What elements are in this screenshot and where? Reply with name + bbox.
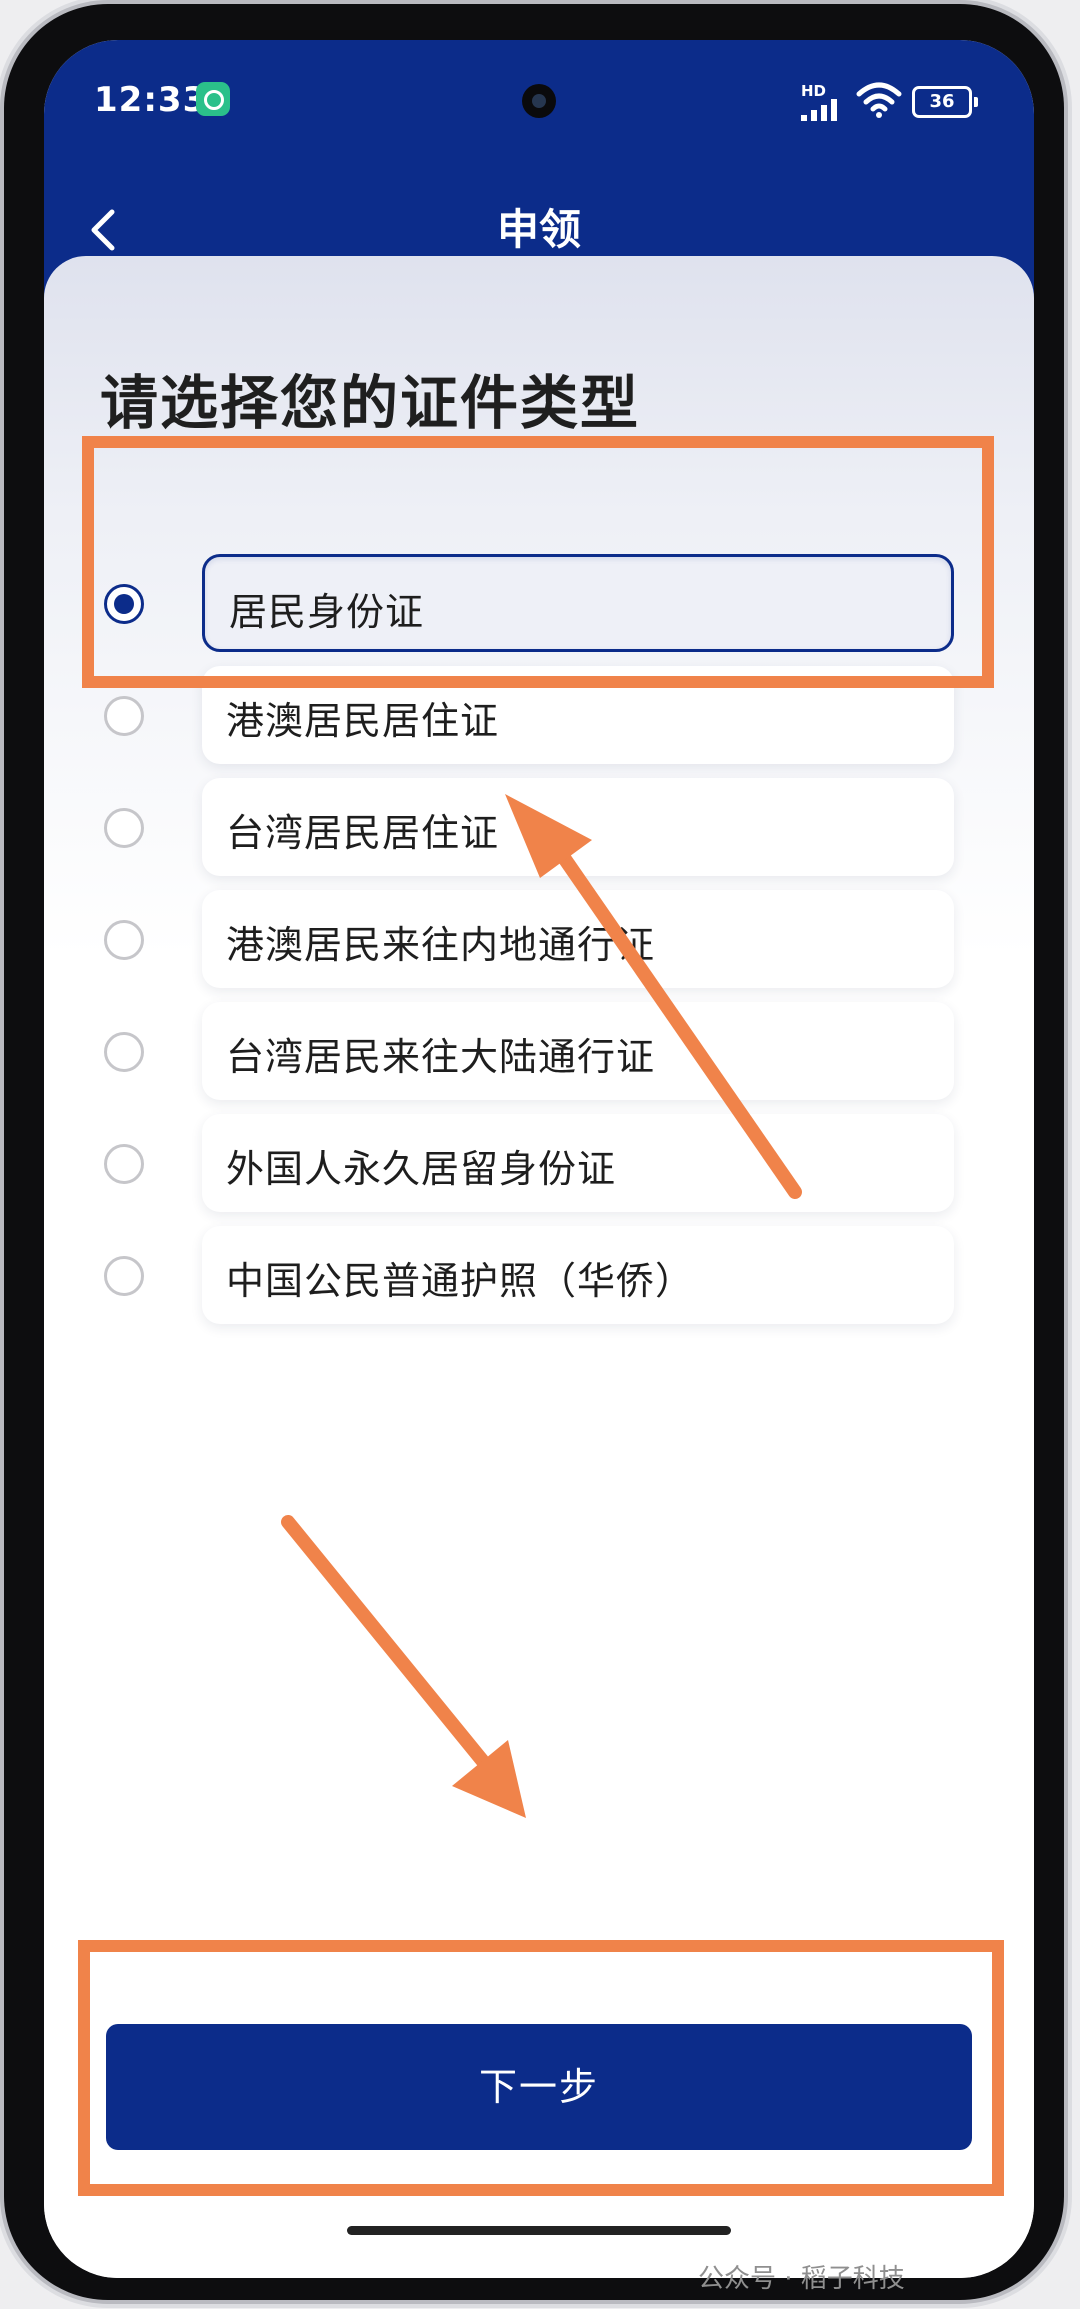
status-bar: 12:33 HD 36	[44, 40, 1034, 170]
wifi-icon	[856, 82, 902, 118]
option-label: 港澳居民来往内地通行证	[226, 923, 656, 967]
option-taiwan-mainland-travel-permit[interactable]: 台湾居民来往大陆通行证	[44, 1002, 1034, 1106]
option-hk-macao-mainland-travel-permit[interactable]: 港澳居民来往内地通行证	[44, 890, 1034, 994]
radio-button[interactable]	[104, 696, 144, 736]
option-taiwan-residence-permit[interactable]: 台湾居民居住证	[44, 778, 1034, 882]
option-label: 外国人永久居留身份证	[226, 1147, 617, 1191]
option-card[interactable]: 外国人永久居留身份证	[202, 1114, 954, 1212]
watermark-text: 公众号 · 稻子科技	[698, 2264, 905, 2294]
radio-button[interactable]	[104, 920, 144, 960]
option-card[interactable]: 港澳居民来往内地通行证	[202, 890, 954, 988]
highlight-box-next-button	[78, 1940, 1004, 2196]
option-label: 中国公民普通护照（华侨）	[226, 1259, 695, 1303]
signal-strength-icon	[801, 99, 837, 121]
nav-title: 申领	[496, 205, 581, 254]
highlight-box-selected-option	[82, 436, 994, 688]
option-card[interactable]: 台湾居民居住证	[202, 778, 954, 876]
radio-button[interactable]	[104, 1144, 144, 1184]
radio-button[interactable]	[104, 808, 144, 848]
option-card[interactable]: 中国公民普通护照（华侨）	[202, 1226, 954, 1324]
front-camera	[522, 84, 556, 118]
home-indicator[interactable]	[347, 2226, 731, 2235]
option-card[interactable]: 台湾居民来往大陆通行证	[202, 1002, 954, 1100]
option-chinese-passport-overseas[interactable]: 中国公民普通护照（华侨）	[44, 1226, 1034, 1330]
app-notification-icon	[196, 82, 230, 116]
option-label: 台湾居民来往大陆通行证	[226, 1035, 656, 1079]
hd-network-label: HD	[801, 82, 827, 100]
radio-button[interactable]	[104, 1032, 144, 1072]
battery-icon: 36	[912, 86, 978, 118]
radio-button[interactable]	[104, 1256, 144, 1296]
option-label: 港澳居民居住证	[226, 699, 500, 743]
option-label: 台湾居民居住证	[226, 811, 500, 855]
option-foreigner-permanent-residence-id[interactable]: 外国人永久居留身份证	[44, 1114, 1034, 1218]
status-time: 12:33	[94, 80, 208, 120]
